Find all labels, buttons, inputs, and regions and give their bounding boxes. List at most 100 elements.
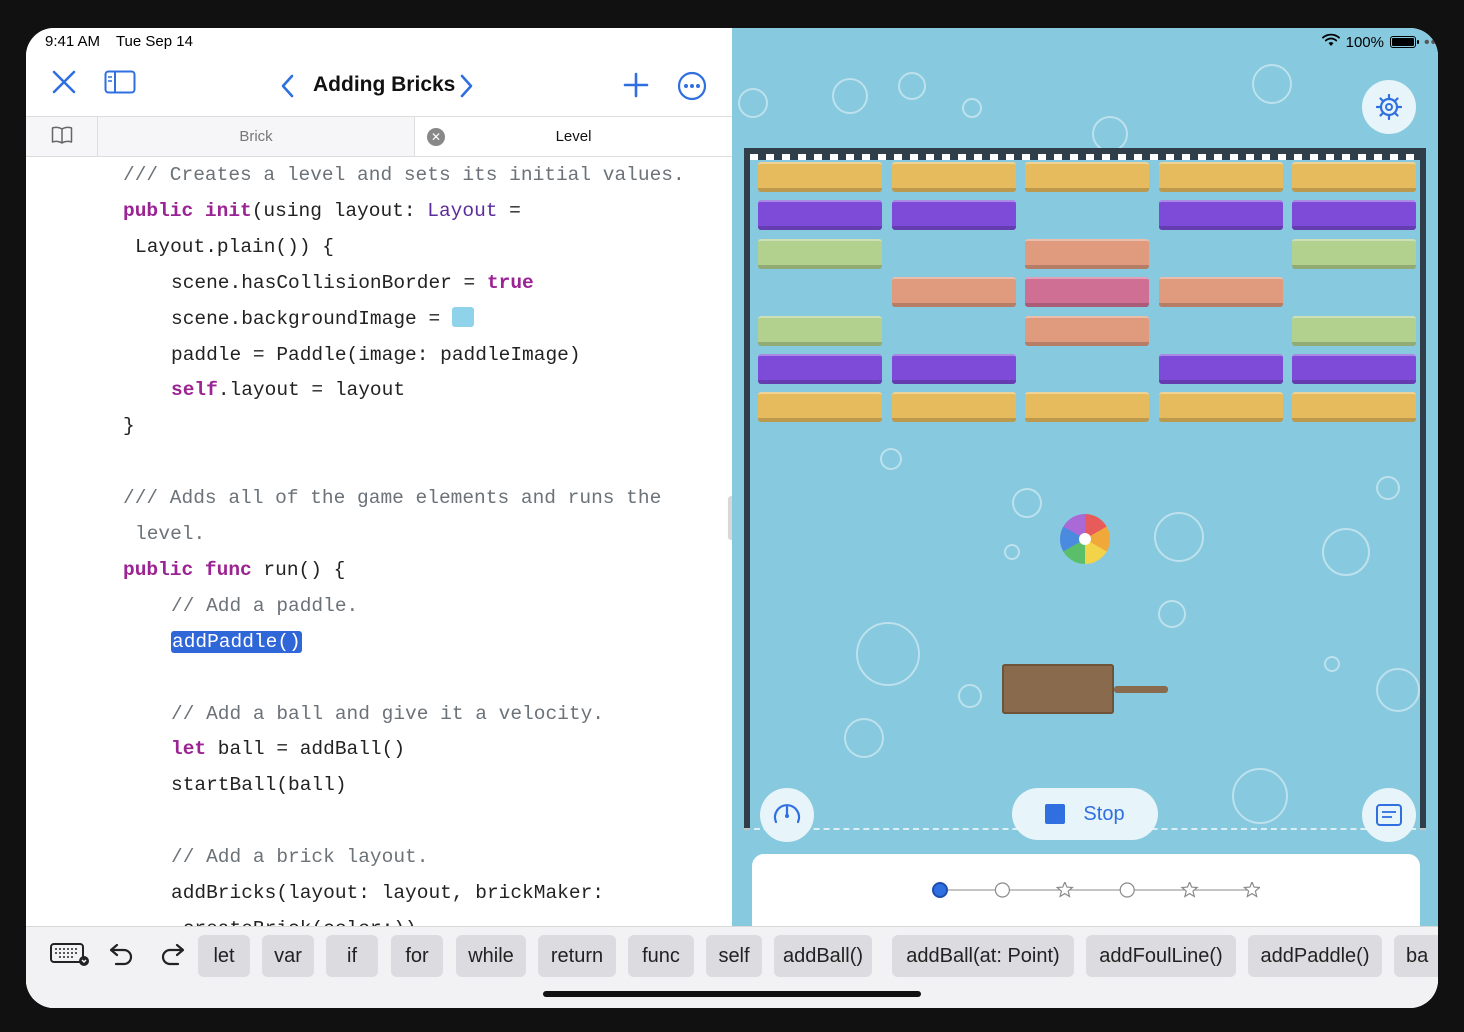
code-token: createBrick(color:)) — [171, 918, 417, 926]
code-token: level. — [135, 523, 206, 545]
shortcut-chip[interactable]: var — [262, 935, 314, 977]
shortcut-chip[interactable]: for — [391, 935, 443, 977]
brick-yellow — [1292, 162, 1416, 192]
tab-level[interactable]: ✕ Level — [415, 117, 732, 156]
tab-label: Level — [555, 128, 592, 145]
shortcut-chip[interactable]: if — [326, 935, 378, 977]
close-icon[interactable] — [50, 68, 78, 96]
stop-button-label: Stop — [1083, 802, 1125, 825]
brick-purple — [891, 200, 1016, 231]
code-line[interactable]: scene.backgroundImage = — [171, 306, 474, 332]
code-token: let — [171, 738, 207, 761]
code-line[interactable]: // Add a paddle. — [171, 593, 358, 619]
multitasking-dots-icon[interactable]: ••• — [1424, 34, 1438, 52]
speedometer-icon[interactable] — [760, 788, 814, 842]
progress-step-current[interactable] — [932, 882, 948, 898]
code-token: // Add a ball and give it a velocity. — [171, 702, 604, 725]
code-line[interactable]: // Add a brick layout. — [171, 844, 428, 870]
brick-green — [1292, 315, 1416, 346]
code-line[interactable]: // Add a ball and give it a velocity. — [171, 701, 604, 727]
code-line[interactable]: paddle = Paddle(image: paddleImage) — [171, 342, 581, 368]
code-line[interactable]: } — [123, 413, 135, 439]
brick-salmon — [1025, 238, 1149, 269]
brick-green — [1292, 238, 1416, 269]
console-output-icon[interactable] — [1362, 788, 1416, 842]
progress-step-star-icon[interactable] — [1055, 882, 1074, 898]
shortcut-chip[interactable]: return — [538, 935, 616, 977]
brick-purple — [1292, 354, 1416, 384]
code-line[interactable]: public func run() { — [123, 557, 345, 583]
settings-gear-icon[interactable] — [1362, 80, 1416, 134]
progress-track — [932, 882, 1260, 898]
device-screen: 9:41 AM Tue Sep 14 Adding Bricks Brick ✕… — [26, 28, 1438, 1008]
next-page-chevron-icon[interactable] — [458, 73, 474, 104]
shortcut-chip[interactable]: while — [456, 935, 526, 977]
code-line[interactable]: Layout.plain()) { — [135, 234, 334, 260]
code-line[interactable]: level. — [135, 521, 205, 547]
color-literal-swatch[interactable] — [451, 306, 474, 327]
brick-yellow — [758, 392, 882, 423]
keyboard-icon[interactable] — [50, 941, 90, 972]
brick-yellow — [891, 162, 1016, 192]
tab-book[interactable] — [26, 117, 98, 156]
code-line[interactable]: /// Adds all of the game elements and ru… — [123, 485, 661, 511]
page-title: Adding Bricks — [313, 73, 456, 96]
progress-step-star-icon[interactable] — [1242, 882, 1260, 898]
shortcut-chip[interactable]: addBall(at: Point) — [892, 935, 1074, 977]
code-token: // Add a paddle. — [171, 594, 359, 617]
code-line[interactable]: addBricks(layout: layout, brickMaker: — [171, 880, 604, 906]
code-line[interactable]: scene.hasCollisionBorder = true — [171, 270, 534, 296]
paddle-handle[interactable] — [1114, 686, 1168, 693]
progress-step[interactable] — [1119, 882, 1135, 898]
code-line[interactable]: startBall(ball) — [171, 772, 347, 798]
shortcut-chip[interactable]: addPaddle() — [1248, 935, 1382, 977]
tab-close-icon[interactable]: ✕ — [427, 128, 445, 146]
shortcut-chip[interactable]: ba — [1394, 935, 1438, 977]
shortcut-chip[interactable]: func — [628, 935, 694, 977]
code-line[interactable]: let ball = addBall() — [171, 736, 405, 762]
code-token: ball = addBall() — [206, 738, 406, 761]
code-line[interactable]: addPaddle() — [171, 629, 302, 655]
brick-purple — [1158, 354, 1283, 384]
file-tabs: Brick ✕ Level — [26, 116, 732, 157]
code-token: true — [486, 271, 534, 294]
code-token: } — [123, 415, 135, 438]
code-line[interactable]: public init(using layout: Layout = — [123, 198, 521, 224]
code-token: scene.backgroundImage = — [171, 307, 452, 330]
shortcut-chip[interactable]: addFoulLine() — [1086, 935, 1236, 977]
progress-step[interactable] — [994, 882, 1011, 898]
shortcut-chip[interactable]: addBall() — [774, 935, 872, 977]
home-indicator[interactable] — [543, 991, 921, 997]
status-time: 9:41 AM — [45, 33, 101, 50]
code-line[interactable]: /// Creates a level and sets its initial… — [123, 162, 685, 188]
shortcut-chip[interactable]: self — [706, 935, 762, 977]
code-token: init — [204, 199, 252, 222]
game-paddle[interactable] — [1002, 664, 1114, 714]
brick-green — [758, 315, 882, 346]
add-plus-icon[interactable] — [622, 71, 650, 104]
sidebar-toggle-icon[interactable] — [104, 70, 136, 94]
code-line[interactable]: self.layout = layout — [171, 377, 405, 403]
shortcut-chip[interactable]: let — [198, 935, 250, 977]
stop-button[interactable]: Stop — [1012, 788, 1158, 840]
code-token: paddle = Paddle(image: paddleImage) — [171, 343, 581, 366]
code-line[interactable]: createBrick(color:)) — [171, 916, 417, 926]
previous-page-chevron-icon[interactable] — [280, 73, 296, 104]
brick-salmon — [891, 277, 1016, 308]
status-bar-right: 100% — [1321, 33, 1419, 51]
selected-code-token: addPaddle() — [171, 630, 302, 653]
progress-step-star-icon[interactable] — [1180, 882, 1199, 898]
battery-level-fill — [1392, 38, 1414, 46]
status-date: Tue Sep 14 — [115, 33, 193, 50]
redo-icon[interactable] — [158, 941, 188, 972]
navigation-bar: Adding Bricks — [26, 68, 732, 116]
code-token: public — [123, 199, 194, 222]
more-options-icon[interactable] — [677, 71, 707, 101]
undo-icon[interactable] — [106, 941, 136, 972]
code-token: /// Adds all of the game elements and ru… — [123, 487, 662, 510]
tab-brick[interactable]: Brick — [98, 117, 415, 156]
brick-purple — [758, 200, 882, 231]
code-editor[interactable]: /// Creates a level and sets its initial… — [26, 156, 732, 926]
page-progress-panel — [752, 854, 1420, 926]
status-bar-left: 9:41 AM Tue Sep 14 — [45, 33, 205, 50]
